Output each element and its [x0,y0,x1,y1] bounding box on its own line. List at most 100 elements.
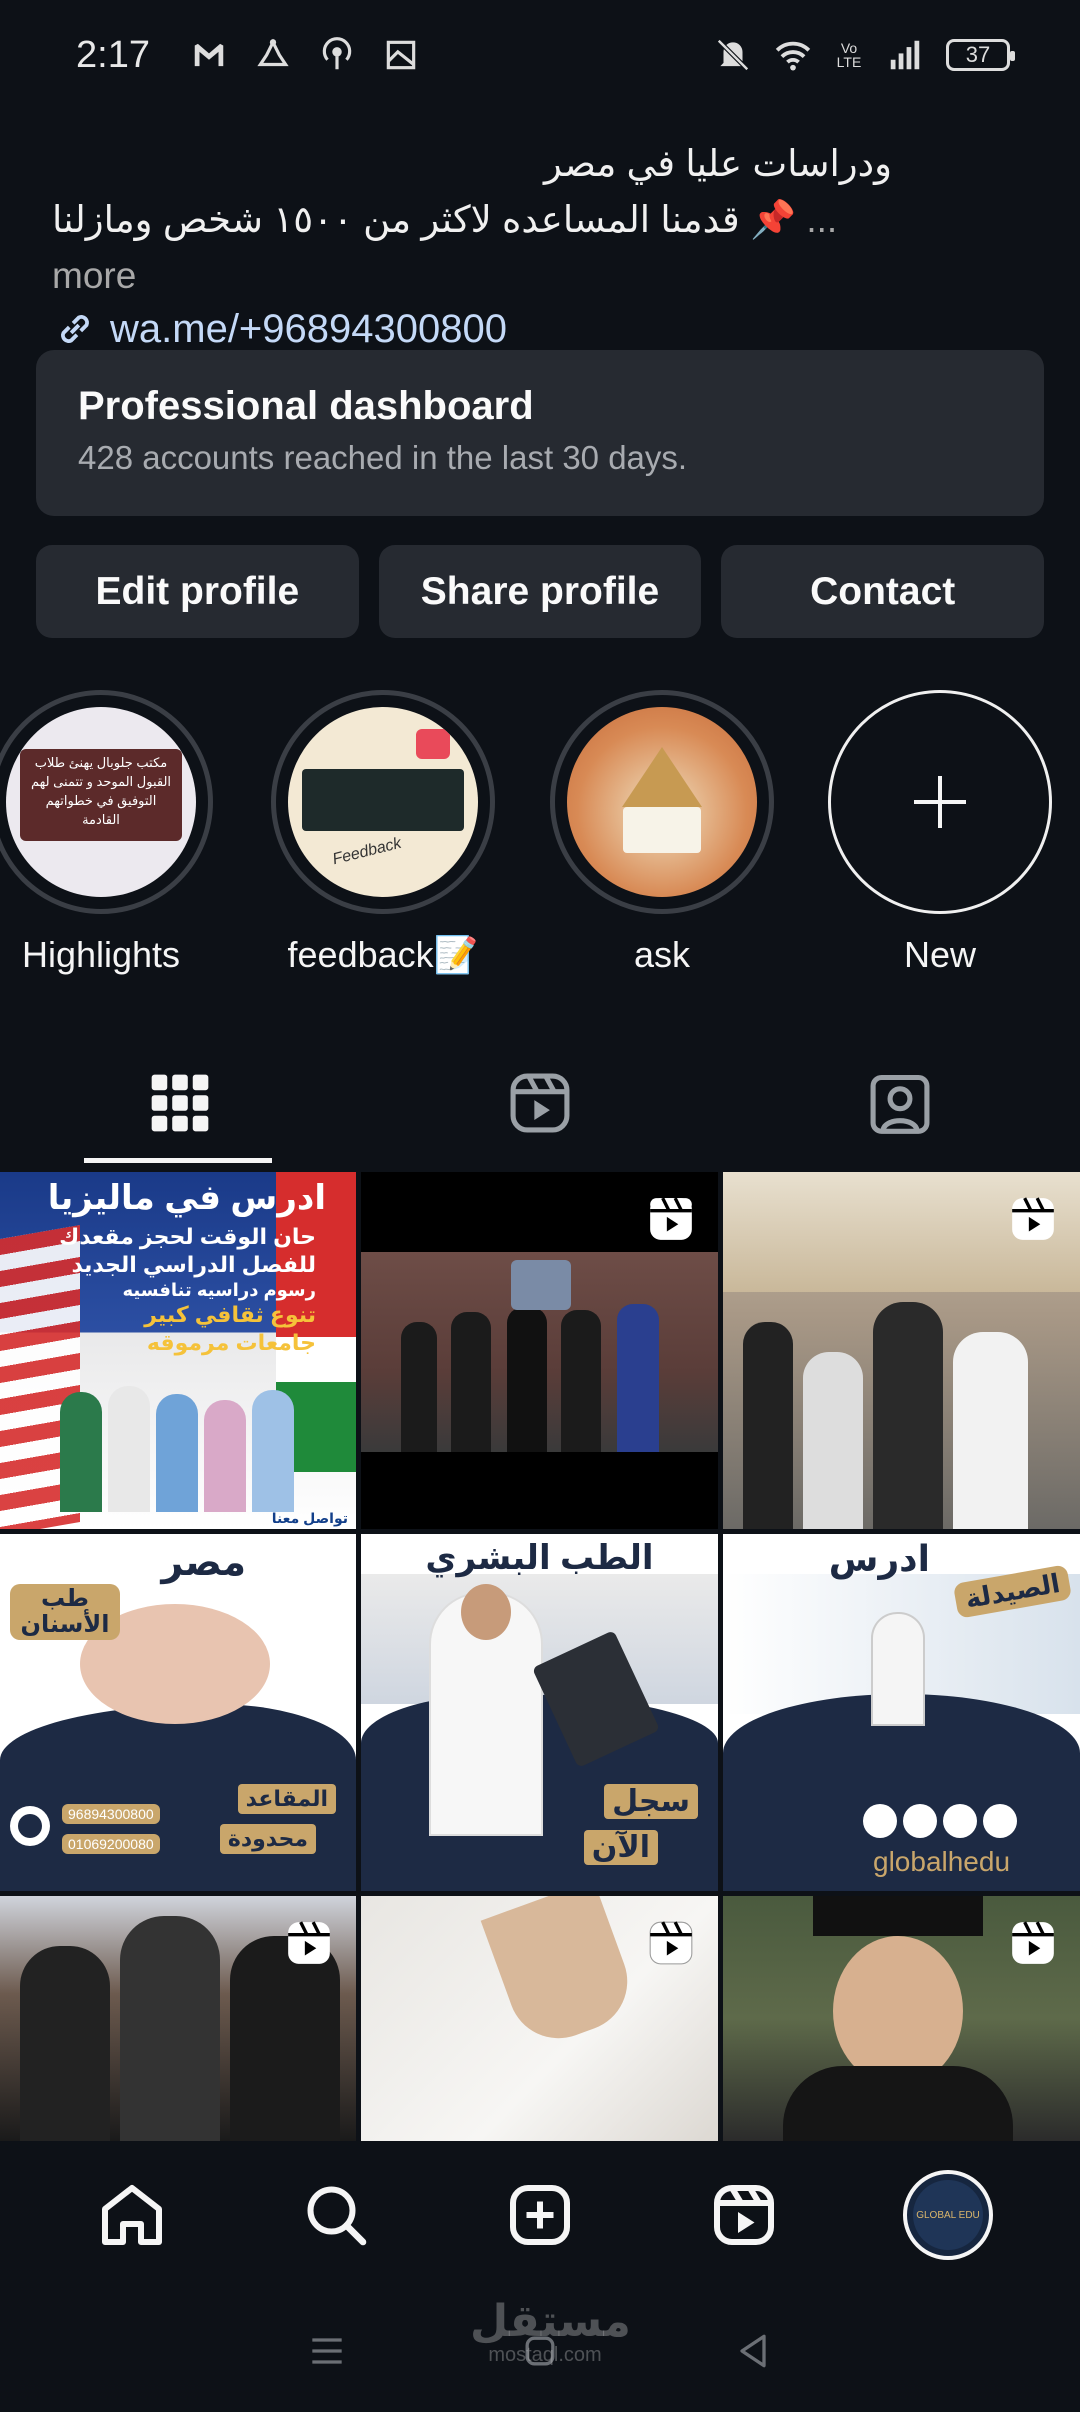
search-icon [307,2186,367,2246]
back-icon[interactable] [731,2329,775,2373]
grid-post[interactable] [723,1896,1080,2141]
highlight-cover: Feedback [288,707,478,897]
graduate-face [833,1936,963,2086]
highlight-cover [567,707,757,897]
posts-grid: ادرس في ماليزيا حان الوقت لحجز مقعدك للف… [0,1172,1080,2147]
signal-icon [886,36,924,74]
recents-icon[interactable] [305,2329,349,2373]
home-icon [102,2185,162,2245]
grid-post[interactable] [723,1172,1080,1529]
watermark-sub: mostaql.com [488,2344,602,2366]
tiktok-icon [863,1804,897,1838]
highlight-feedback[interactable]: Feedback feedback📝 [268,690,498,976]
highlight-cover-card [623,807,701,853]
highlight-cover-text: Feedback [330,834,404,869]
highlight-ring [550,690,774,914]
grid-post[interactable]: ادرس الصيدلة globalhedu [723,1534,1080,1891]
reel-badge-icon [1012,1197,1054,1240]
gmail-icon [190,36,228,74]
post-handle: globalhedu [873,1846,1011,1877]
bio-line-3-text: قدمنا المساعده لاكثر من ١٥٠٠ شخص ومازلنا [52,199,740,240]
mute-icon [714,36,752,74]
tab-tagged[interactable] [720,1040,1080,1165]
reels-icon [714,2185,774,2245]
share-profile-button[interactable]: Share profile [378,545,702,638]
watermark: مستقل mostaql.com [470,2300,631,2367]
bio-link-text[interactable]: wa.me/+96894300800 [110,307,507,352]
post-line: سجل [604,1784,698,1819]
contact-button[interactable]: Contact [721,545,1045,638]
profile-actions: Edit profile Share profile Contact [36,545,1045,638]
nav-home[interactable] [87,2170,177,2260]
post-title: ادرس [828,1538,930,1579]
heart-badge-icon [416,729,450,759]
post-footer: تواصل معنا [271,1510,348,1526]
person [743,1322,793,1529]
nav-search[interactable] [291,2170,381,2260]
bottom-navigation: GLOBAL EDU [0,2150,1080,2280]
highlight-ask[interactable]: ask [547,690,777,976]
pyramid-icon [622,747,702,807]
bio-link[interactable]: wa.me/+96894300800 [52,306,1028,352]
social-icons [863,1804,1017,1838]
highlight-label: feedback📝 [287,934,479,975]
grid-post[interactable]: ادرس في ماليزيا حان الوقت لحجز مقعدك للف… [0,1172,356,1529]
wifi-icon [774,36,812,74]
grid-post[interactable] [0,1896,356,2141]
avatar-logo: GLOBAL EDU [913,2180,983,2250]
post-title: الطب البشري [425,1539,654,1577]
nav-reels[interactable] [699,2170,789,2260]
highlight-label: New [903,934,977,975]
highlight-new[interactable]: New [825,690,1055,976]
whatsapp-icon [10,1806,50,1846]
post-title: مصر [161,1542,246,1584]
professional-dashboard[interactable]: Professional dashboard 428 accounts reac… [36,350,1044,516]
phone-number: 96894300800 [62,1804,160,1824]
post-line: جامعات مرموقه [146,1330,316,1355]
profile-tabs [0,1040,1080,1165]
reel-thumbnail [361,1252,718,1452]
reel-badge-icon [1012,1921,1054,1964]
profile-bio: ودراسات عليا في مصر قدمنا المساعده لاكثر… [0,108,1080,352]
person [120,1916,220,2141]
tab-reels[interactable] [360,1040,720,1165]
nav-create[interactable] [495,2170,585,2260]
status-time: 2:17 [76,33,150,76]
highlight-label: Highlights [21,934,181,975]
dashboard-subtitle: 428 accounts reached in the last 30 days… [78,439,688,476]
person [953,1332,1028,1529]
grid-icon [151,1074,209,1131]
tab-grid[interactable] [0,1040,360,1165]
students-photo [50,1372,300,1512]
post-line: تنوع ثقافي كبير [144,1302,316,1327]
nav-profile[interactable]: GLOBAL EDU [903,2170,993,2260]
person [803,1352,863,1529]
reel-badge-icon [650,1197,692,1240]
link-icon [61,315,89,343]
create-icon [510,2185,570,2245]
person [20,1946,110,2141]
status-right-icons: Vo LTE 37 [714,36,1015,74]
grid-post[interactable] [361,1172,718,1529]
instagram-icon [903,1804,937,1838]
grid-post[interactable]: الطب البشري سجل الآن [361,1534,718,1891]
post-line: محدودة [219,1824,316,1854]
post-line: المقاعد [237,1784,336,1814]
highlight-label: ask [633,934,691,975]
post-line: رسوم دراسيه تنافسيه [122,1280,316,1300]
hand [480,1896,642,2053]
grid-post[interactable] [361,1896,718,2141]
highlight-cover-card [302,769,464,831]
post-title: ادرس في ماليزيا [47,1179,326,1217]
doctor-photo [431,1584,541,1834]
edit-profile-button[interactable]: Edit profile [36,545,359,638]
bio-line-3: قدمنا المساعده لاكثر من ١٥٠٠ شخص ومازلنا… [52,192,892,304]
snapchat-icon [983,1804,1017,1838]
battery-icon: 37 [946,39,1015,71]
highlight-highlights[interactable]: مكتب جلوبال يهنئ طلاب القبول الموحد و تت… [0,690,216,976]
bio-line-partial [52,108,892,136]
grid-post[interactable]: مصر طب الأسنان المقاعد محدودة 9689430080… [0,1534,356,1891]
reel-badge-icon [288,1921,330,1964]
graduation-cap [813,1896,983,1936]
profile-avatar: GLOBAL EDU [903,2170,993,2260]
